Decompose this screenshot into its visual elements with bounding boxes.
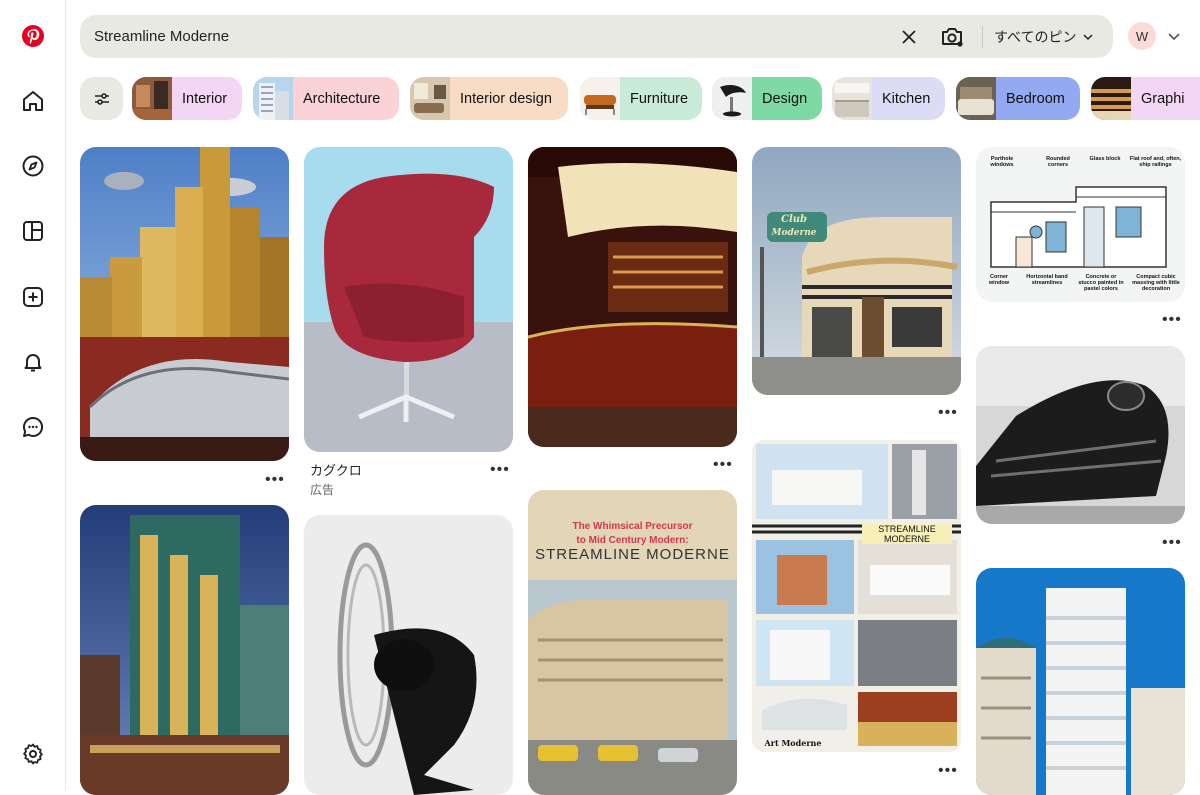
diagram-label: Horizontal band streamlines (1026, 274, 1068, 286)
nav-settings[interactable] (13, 734, 53, 774)
pin-art-deco-bar[interactable] (528, 147, 737, 447)
book-subtitle-line1: The Whimsical Precursor (572, 521, 693, 532)
close-icon (902, 30, 916, 44)
pin-white-tower-building[interactable] (976, 568, 1185, 795)
compass-icon (22, 155, 44, 177)
pin-streamline-collage[interactable] (752, 440, 961, 752)
collage-label: STREAMLINE MODERNE (862, 524, 952, 544)
chip-bedroom[interactable]: Bedroom (956, 77, 1080, 120)
pin-vintage-fan[interactable] (304, 515, 513, 795)
pin-image (304, 147, 513, 452)
pin-image (80, 505, 289, 795)
chevron-down-icon (1083, 33, 1093, 40)
filter-button[interactable] (80, 77, 123, 120)
camera-search-icon (942, 28, 963, 47)
pin-more-button[interactable]: ••• (938, 763, 958, 779)
pin-club-moderne[interactable] (752, 147, 961, 395)
chip-label: Design (762, 90, 808, 107)
pin-scope-dropdown[interactable]: すべてのピン (994, 15, 1094, 58)
chip-label: Architecture (303, 90, 381, 107)
diagram-label: Concrete or stucco painted in pastel col… (1078, 274, 1124, 292)
pin-egg-chair-ad[interactable] (304, 147, 513, 452)
pin-more-button[interactable]: ••• (490, 462, 510, 478)
search-input[interactable] (94, 15, 874, 58)
chip-thumb-interior-design (410, 77, 450, 120)
chip-thumb-architecture (253, 77, 293, 120)
chip-label: Kitchen (882, 90, 931, 107)
pin-more-button[interactable]: ••• (265, 472, 285, 488)
chat-icon (23, 416, 44, 437)
nav-messages[interactable] (13, 407, 53, 447)
pinterest-logo-icon (22, 25, 44, 47)
chip-architecture[interactable]: Architecture (253, 77, 399, 120)
sidebar (0, 0, 66, 790)
diagram-top-labels: Porthole windows Rounded corners Glass b… (976, 156, 1185, 178)
chip-thumb-graphic (1091, 77, 1131, 120)
pin-image (752, 147, 961, 395)
chip-label: Bedroom (1006, 90, 1065, 107)
chip-label: Furniture (630, 90, 689, 107)
pin-more-button[interactable]: ••• (713, 457, 733, 473)
nav-home[interactable] (13, 81, 53, 121)
pin-streamline-locomotive[interactable] (976, 346, 1185, 524)
pinterest-logo[interactable] (13, 16, 53, 56)
pin-art-deco-building[interactable] (80, 505, 289, 795)
visual-search-button[interactable] (938, 23, 966, 51)
diagram-label: Glass block (1089, 156, 1121, 162)
diagram-label: Rounded corners (1046, 156, 1070, 168)
nav-notifications[interactable] (13, 342, 53, 382)
chip-thumb-furniture (580, 77, 620, 120)
avatar[interactable]: W (1128, 22, 1156, 50)
chip-thumb-bedroom (956, 77, 996, 120)
diagram-bottom-labels: Corner window Horizontal band streamline… (976, 274, 1185, 300)
pin-art-deco-city-train[interactable] (80, 147, 289, 461)
clear-search-button[interactable] (896, 24, 922, 50)
pin-image (976, 346, 1185, 524)
chip-graphic[interactable]: Graphi (1091, 77, 1200, 120)
nav-boards[interactable] (13, 211, 53, 251)
club-sign-line1: Club (780, 214, 808, 225)
diagram-label: Porthole windows (990, 156, 1014, 168)
chip-interior[interactable]: Interior (132, 77, 242, 120)
collage-footer: Art Moderne (764, 738, 822, 748)
chip-thumb-kitchen (832, 77, 872, 120)
chip-thumb-interior (132, 77, 172, 120)
pin-image (80, 147, 289, 461)
board-icon (23, 221, 43, 241)
pin-more-button[interactable]: ••• (1162, 535, 1182, 551)
ad-pin-title[interactable]: カグクロ (310, 460, 362, 479)
diagram-label: Flat roof and, often, ship railings (1129, 156, 1182, 168)
chip-interior-design[interactable]: Interior design (410, 77, 568, 120)
nav-create[interactable] (13, 277, 53, 317)
chip-thumb-design (712, 77, 752, 120)
pin-image (752, 440, 961, 752)
search-bar: すべてのピン (80, 15, 1113, 58)
bell-icon (24, 354, 42, 372)
pin-image (528, 147, 737, 447)
chip-kitchen[interactable]: Kitchen (832, 77, 945, 120)
chip-design[interactable]: Design (712, 77, 822, 120)
diagram-label: Compact cubic massing with little decora… (1132, 274, 1180, 292)
book-subtitle-line2: to Mid Century Modern: (576, 535, 689, 546)
nav-explore[interactable] (13, 146, 53, 186)
pin-more-button[interactable]: ••• (1162, 312, 1182, 328)
sliders-icon (94, 92, 109, 105)
pin-more-button[interactable]: ••• (938, 405, 958, 421)
chip-label: Interior design (460, 90, 552, 107)
search-divider (982, 26, 983, 48)
pin-image (304, 515, 513, 795)
pin-image (976, 568, 1185, 795)
diagram-label: Corner window (988, 274, 1010, 286)
pin-scope-label: すべてのピン (994, 28, 1077, 45)
chip-label: Graphi (1141, 90, 1185, 107)
ad-pin-sponsored-label: 広告 (310, 483, 335, 497)
plus-square-icon (23, 287, 43, 307)
chip-furniture[interactable]: Furniture (580, 77, 702, 120)
account-chevron-icon[interactable] (1166, 28, 1182, 44)
club-sign-line2: Moderne (771, 228, 817, 238)
book-title: STREAMLINE MODERNE (535, 546, 730, 563)
chip-label: Interior (182, 90, 228, 107)
gear-icon (23, 743, 43, 765)
home-icon (23, 91, 43, 111)
